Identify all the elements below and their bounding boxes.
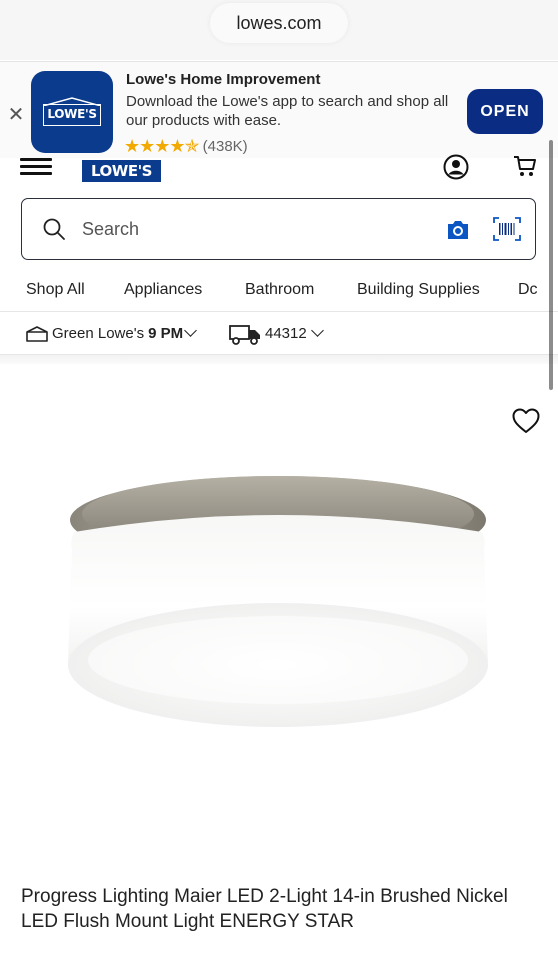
cart-icon[interactable]	[512, 154, 538, 180]
url-field[interactable]: lowes.com	[210, 3, 348, 43]
rating-count: (438K)	[202, 138, 248, 155]
close-icon[interactable]: ✕	[7, 105, 25, 125]
nav-item-truncated[interactable]: Dc	[518, 281, 548, 299]
store-icon	[26, 326, 48, 342]
store-selector[interactable]: Green Lowe's 9 PM	[52, 324, 197, 342]
app-icon-logo: LOWE'S	[43, 104, 101, 126]
app-icon: LOWE'S	[31, 71, 113, 153]
site-header: LOWE'S	[0, 154, 558, 188]
store-hours: 9 PM	[148, 325, 184, 342]
category-nav: Shop All Appliances Bathroom Building Su…	[0, 272, 558, 312]
chevron-down-icon	[310, 324, 324, 337]
star-rating-icon: ★★★★✯	[124, 136, 200, 156]
app-rating: ★★★★✯ (438K)	[124, 136, 248, 157]
search-input[interactable]	[82, 215, 412, 243]
menu-icon[interactable]	[20, 158, 52, 176]
chevron-down-icon	[184, 324, 197, 337]
barcode-icon[interactable]	[493, 217, 521, 241]
store-delivery-bar: Green Lowe's 9 PM 44312	[0, 313, 558, 355]
banner-title: Lowe's Home Improvement	[126, 71, 321, 88]
search-icon[interactable]	[42, 217, 66, 241]
search-bar	[21, 198, 536, 260]
nav-item-appliances[interactable]: Appliances	[124, 281, 202, 299]
open-app-button[interactable]: OPEN	[467, 89, 543, 134]
camera-icon[interactable]	[446, 219, 470, 241]
truck-icon	[229, 325, 260, 345]
browser-url-bar: lowes.com	[0, 0, 558, 60]
app-install-banner: ✕ LOWE'S Lowe's Home Improvement Downloa…	[0, 61, 558, 159]
banner-description: Download the Lowe's app to search and sh…	[126, 93, 449, 129]
account-icon[interactable]	[443, 154, 469, 180]
store-name: Green Lowe's	[52, 325, 145, 342]
lowes-logo[interactable]: LOWE'S	[82, 160, 161, 182]
nav-item-bathroom[interactable]: Bathroom	[245, 281, 314, 299]
product-title[interactable]: Progress Lighting Maier LED 2-Light 14-i…	[21, 884, 531, 934]
product-image[interactable]	[66, 470, 490, 730]
nav-item-shop-all[interactable]: Shop All	[26, 281, 85, 299]
nav-item-building-supplies[interactable]: Building Supplies	[357, 281, 480, 299]
zip-selector[interactable]: 44312	[265, 324, 324, 342]
scrollbar[interactable]	[549, 140, 553, 390]
zip-code: 44312	[265, 325, 307, 342]
heart-icon[interactable]	[512, 408, 540, 434]
